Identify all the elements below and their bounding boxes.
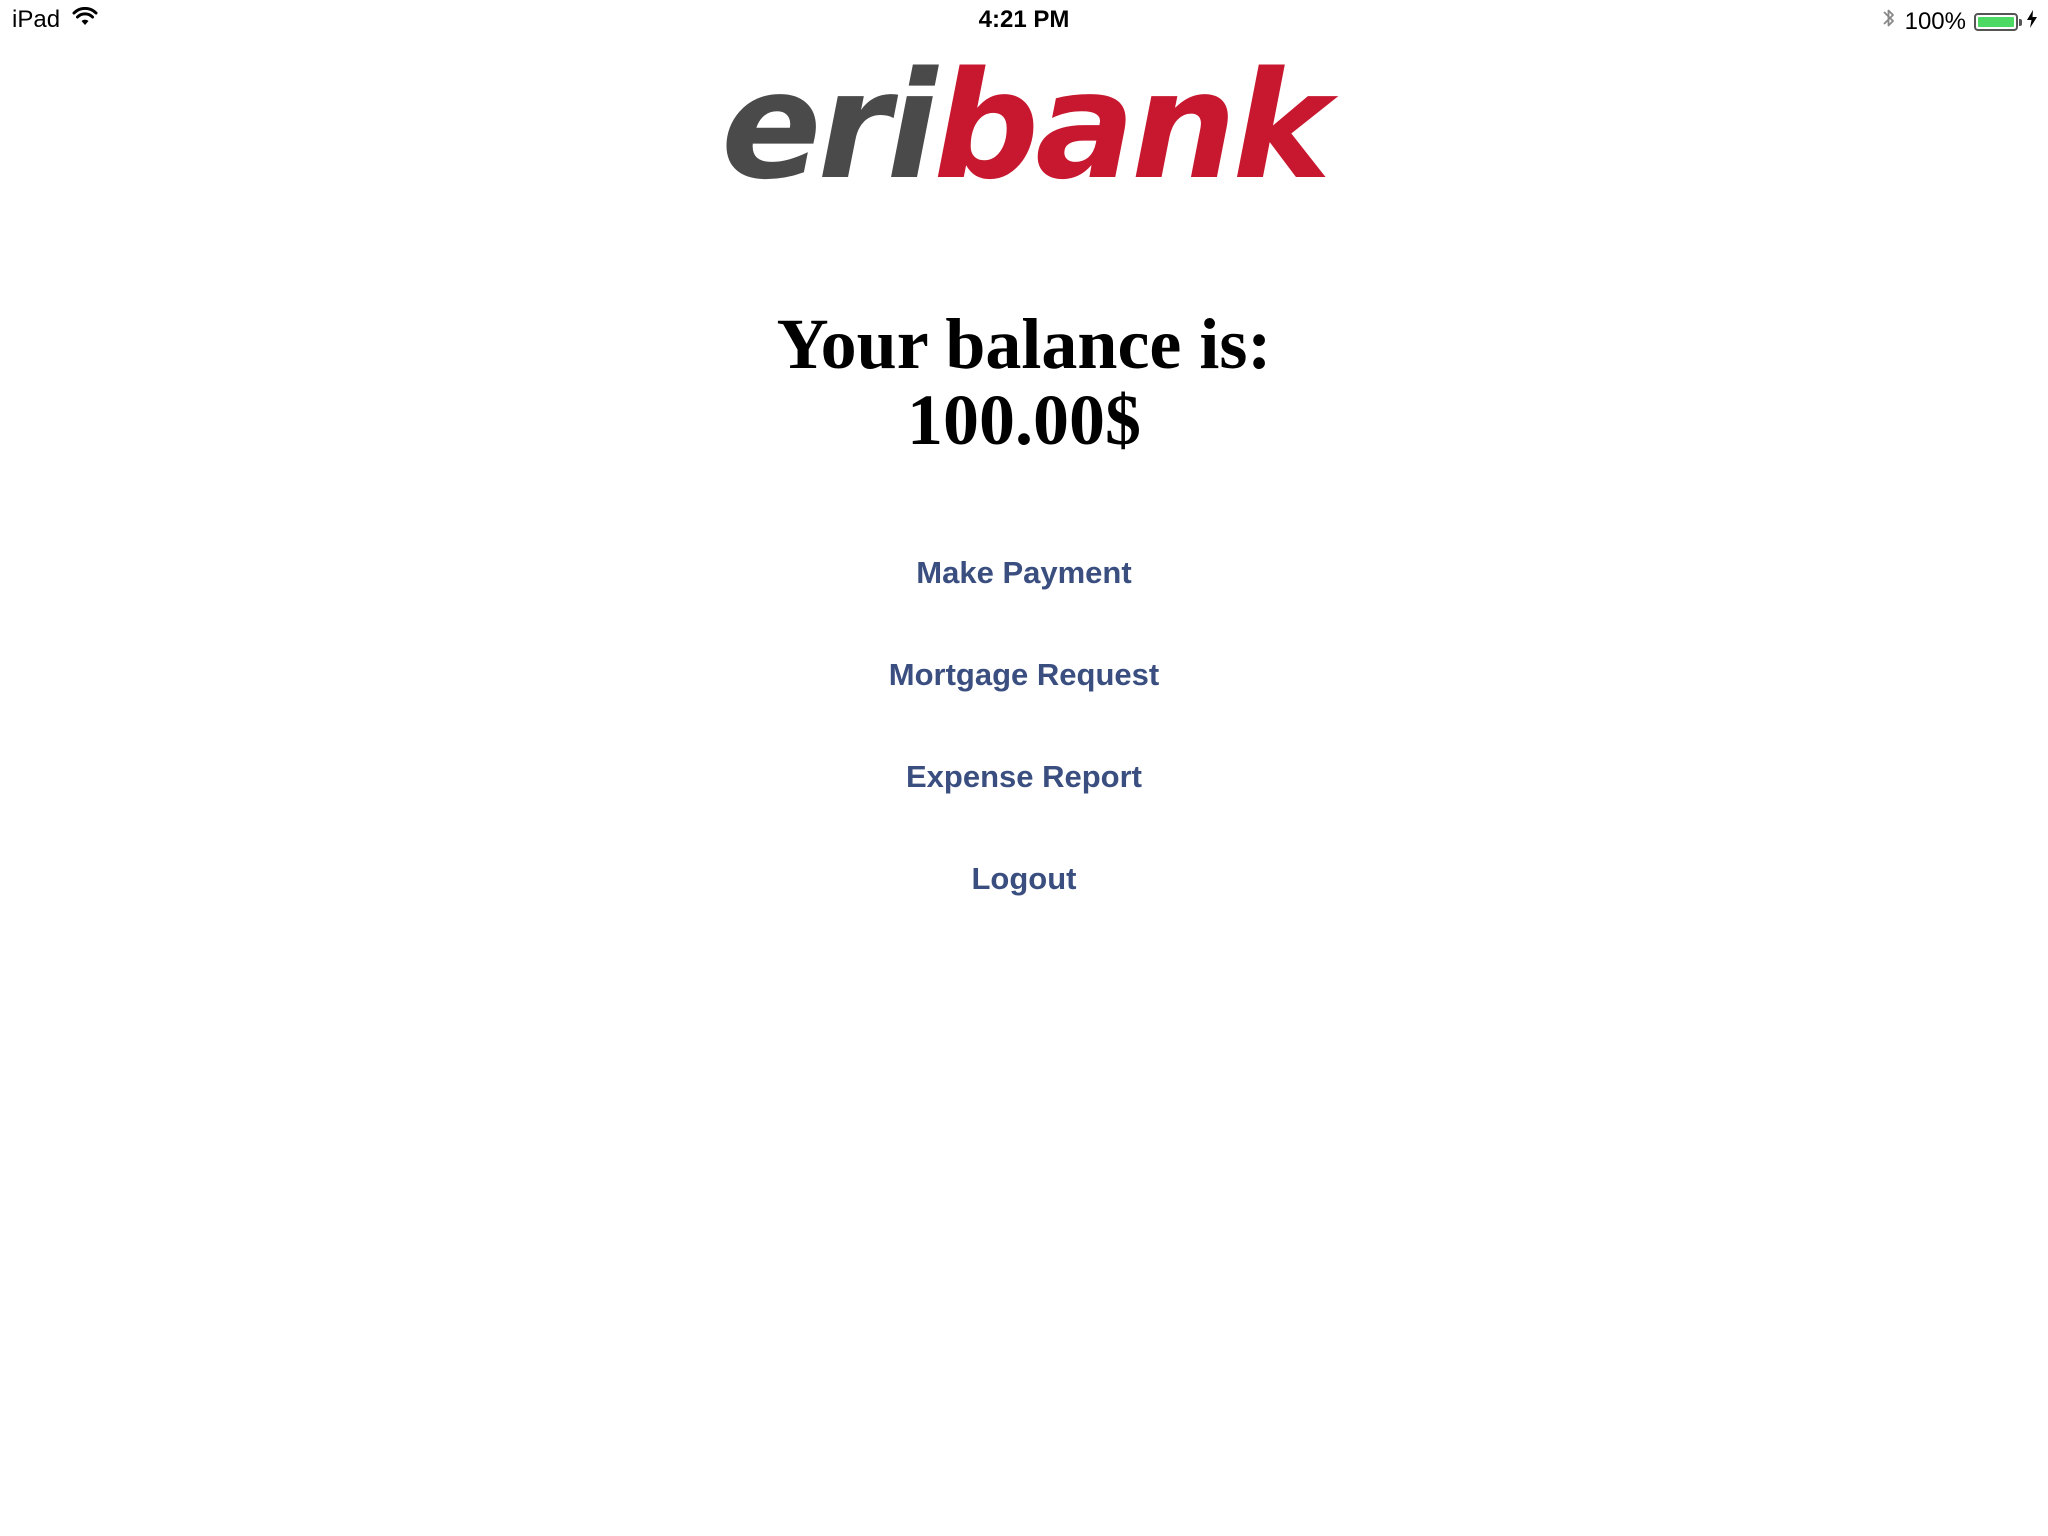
charging-bolt-icon — [2026, 8, 2038, 36]
expense-report-button[interactable]: Expense Report — [906, 759, 1142, 861]
logout-button[interactable]: Logout — [971, 861, 1076, 963]
mortgage-request-button[interactable]: Mortgage Request — [889, 657, 1159, 759]
make-payment-button[interactable]: Make Payment — [916, 555, 1131, 657]
balance-label: Your balance is: — [776, 304, 1272, 384]
battery-tip — [2019, 18, 2022, 26]
status-time: 4:21 PM — [978, 6, 1070, 33]
battery-fill — [1978, 16, 2014, 27]
screen: iPad 4:21 PM 100% eribank Your balance i… — [0, 0, 2048, 1536]
eribank-logo: eribank — [0, 52, 2048, 200]
logo-part-bank: bank — [933, 40, 1331, 212]
status-bar: iPad 4:21 PM 100% — [0, 0, 2048, 40]
battery-percent: 100% — [1904, 7, 1966, 35]
balance-amount: 100.00$ — [907, 380, 1141, 460]
balance-display: Your balance is: 100.00$ — [0, 306, 2048, 458]
logo-part-eri: eri — [721, 40, 937, 212]
battery-icon — [1974, 12, 2022, 31]
bluetooth-icon — [1881, 6, 1897, 37]
status-right: 100% — [1881, 6, 2038, 37]
main-menu: Make Payment Mortgage Request Expense Re… — [0, 555, 2048, 963]
